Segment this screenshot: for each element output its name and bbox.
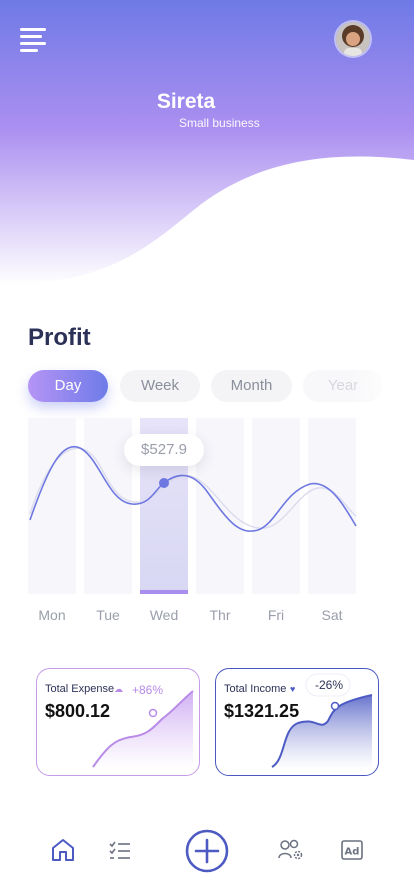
chart-column-sat[interactable] bbox=[308, 418, 356, 594]
brand-name: Sireta bbox=[156, 90, 216, 113]
chart-selected-point[interactable] bbox=[159, 478, 169, 488]
cloud-icon: ☁ bbox=[114, 684, 123, 694]
avatar[interactable] bbox=[336, 22, 370, 56]
expense-delta: +86% bbox=[132, 683, 164, 697]
chart-selected-bar bbox=[140, 590, 188, 594]
chart-x-label-mon: Mon bbox=[38, 607, 65, 623]
menu-icon[interactable] bbox=[20, 28, 46, 52]
add-icon[interactable] bbox=[184, 828, 230, 874]
chart-x-label-sat: Sat bbox=[321, 607, 342, 623]
chart-column-fri[interactable] bbox=[252, 418, 300, 594]
app-screen: Sireta Small business Profit Day Week Mo… bbox=[0, 0, 414, 896]
chart-x-label-thr: Thr bbox=[210, 607, 231, 623]
income-delta: -26% bbox=[315, 678, 344, 692]
expense-value: $800.12 bbox=[45, 701, 111, 721]
profit-chart: Mon Tue Wed Thr Fri Sat bbox=[28, 418, 357, 623]
team-settings-icon[interactable] bbox=[278, 838, 304, 862]
income-label: Total Income bbox=[224, 683, 287, 695]
expense-label: Total Expense bbox=[45, 683, 115, 695]
ad-icon[interactable]: Ad bbox=[341, 840, 363, 860]
brand-subtitle: Small business bbox=[179, 116, 260, 130]
tab-day[interactable]: Day bbox=[28, 370, 108, 402]
chart-x-label-tue: Tue bbox=[96, 607, 120, 623]
income-value: $1321.25 bbox=[224, 701, 300, 721]
chart-x-label-wed: Wed bbox=[150, 607, 179, 623]
tab-week[interactable]: Week bbox=[120, 370, 200, 402]
tab-year[interactable]: Year bbox=[303, 370, 383, 402]
home-icon[interactable] bbox=[50, 838, 76, 862]
bottom-nav: Ad bbox=[0, 820, 414, 880]
profit-title: Profit bbox=[28, 324, 91, 351]
total-income-card[interactable]: Total Income ♥ -26% $1321.25 bbox=[215, 668, 379, 776]
chart-tooltip: $527.9 bbox=[124, 434, 204, 466]
svg-text:Ad: Ad bbox=[345, 847, 360, 858]
heart-icon: ♥ bbox=[290, 684, 296, 694]
chart-x-label-fri: Fri bbox=[268, 607, 284, 623]
tab-month[interactable]: Month bbox=[211, 370, 292, 402]
total-expense-card[interactable]: Total Expense ☁ +86% $800.12 bbox=[36, 668, 200, 776]
checklist-icon[interactable] bbox=[108, 840, 132, 862]
